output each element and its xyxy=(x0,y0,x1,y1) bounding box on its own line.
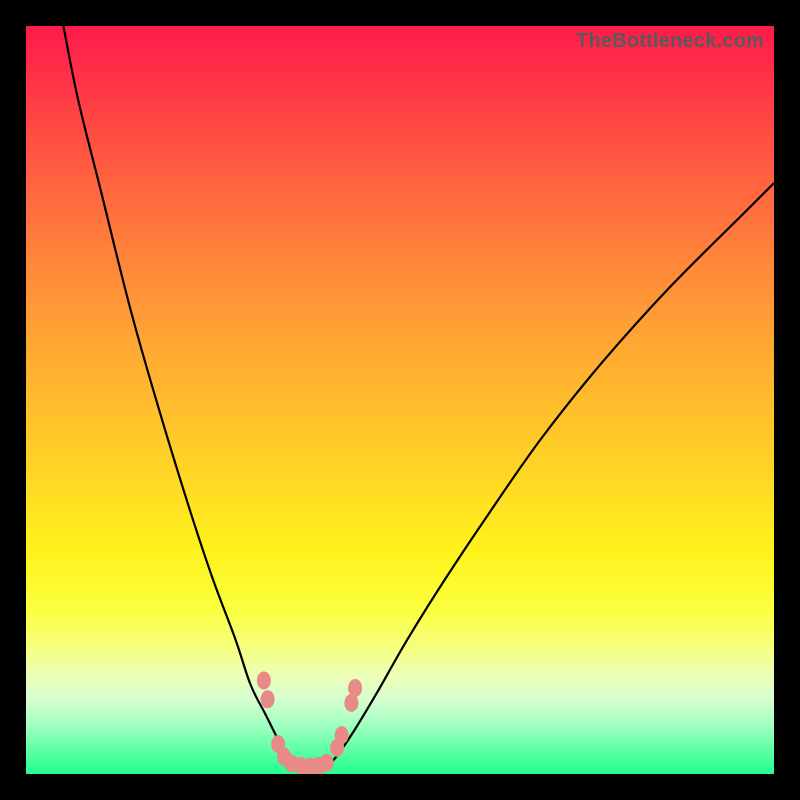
data-marker xyxy=(335,726,349,744)
data-marker xyxy=(261,690,275,708)
curve-right-branch xyxy=(331,183,774,763)
chart-frame: TheBottleneck.com xyxy=(0,0,800,800)
marker-group xyxy=(257,672,362,775)
data-marker xyxy=(320,754,334,772)
curve-group xyxy=(63,26,774,768)
chart-svg xyxy=(26,26,774,774)
curve-left-branch xyxy=(63,26,289,763)
data-marker xyxy=(348,679,362,697)
chart-plot-area: TheBottleneck.com xyxy=(26,26,774,774)
data-marker xyxy=(257,672,271,690)
